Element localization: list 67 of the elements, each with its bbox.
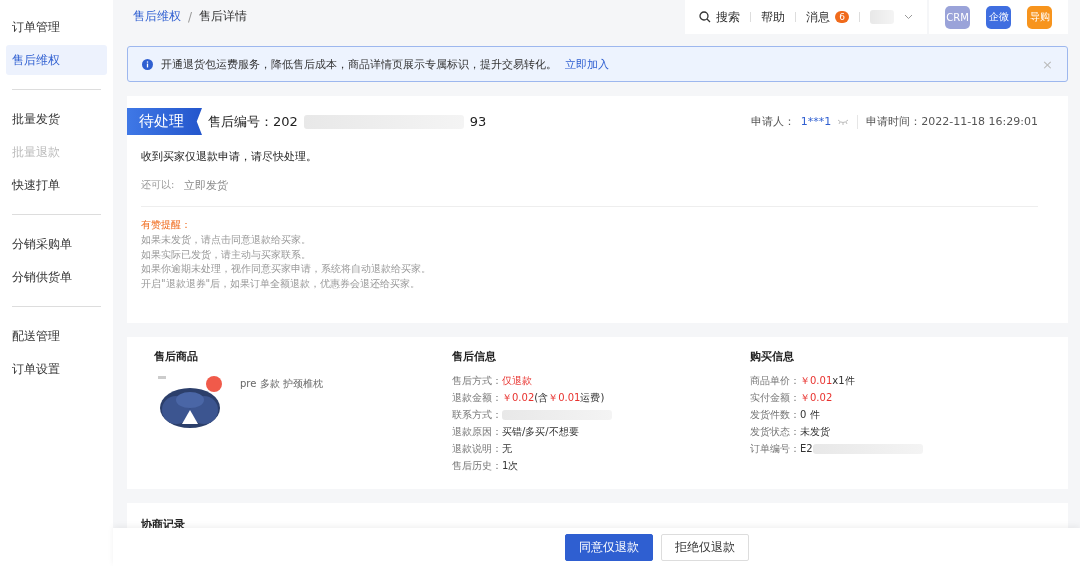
agree-button[interactable]: 同意仅退款 [564,533,653,561]
search-icon [699,11,712,23]
field-value: x1件 [832,374,855,388]
field-value: 运费) [580,391,605,405]
price-value: ￥0.01 [800,374,833,388]
chevron-down-icon[interactable] [904,14,913,20]
reject-button[interactable]: 拒绝仅退款 [660,533,749,561]
notice-text: 开通退货包运费服务，降低售后成本，商品详情页展示专属标识，提升交易转化。 [161,56,557,72]
section-title: 售后商品 [154,349,199,364]
value-link[interactable]: 1 [502,457,509,474]
field-label: 退款原因： [452,425,502,439]
app-icon[interactable]: 企微 [986,5,1011,29]
application-time: 申请时间：2022-11-18 16:29:01 [866,114,1038,129]
field-value: (含 [534,391,549,405]
price-value: ￥0.02 [800,391,833,405]
field-label: 退款金额： [452,391,502,405]
sidebar-item[interactable]: 配送管理 [6,321,107,351]
breadcrumb-separator: / [188,9,193,24]
aftersale-number-end: 93 [469,114,487,129]
messages-button[interactable]: 消息 6 [806,8,849,26]
field-label: 发货状态： [750,425,800,439]
applicant-link[interactable]: 1***1 [800,115,832,128]
field-label: 售后方式： [452,374,502,388]
field-value: 未发货 [800,425,830,439]
search-button[interactable]: 搜索 [699,8,741,26]
field-label: 发货件数： [750,408,800,422]
ship-now-link[interactable]: 立即发货 [184,178,229,193]
section-title: 售后信息 [452,349,497,364]
tips-title: 有赞提醒： [140,218,192,232]
price-value: ￥0.02 [502,391,535,405]
product-name: pre 多款 护颈椎枕 [240,377,323,391]
section-title: 购买信息 [750,349,795,364]
field-value: 无 [502,442,512,456]
field-value: 0 件 [800,408,820,422]
field-value: 次 [508,459,519,473]
sidebar-item[interactable]: 订单设置 [6,354,107,384]
sidebar-item[interactable]: 订单管理 [6,12,107,42]
status-message: 收到买家仅退款申请，请尽快处理。 [140,149,318,164]
tip-text: 如果实际已发货，请主动与买家联系。 [140,247,312,262]
sidebar-item[interactable]: 快速打单 [6,170,107,200]
field-label: 退款说明： [452,442,502,456]
sidebar-item[interactable]: 售后维权 [6,45,107,75]
field-label: 商品单价： [750,374,800,388]
tip-text: 开启"退款退券"后，如果订单全额退款，优惠券会退还给买家。 [140,276,422,291]
field-label: 联系方式： [452,408,502,422]
applicant-label: 申请人： [750,114,795,129]
tip-text: 如果未发货，请点击同意退款给买家。 [140,233,312,247]
price-value: 仅退款 [502,374,532,388]
breadcrumb-link[interactable]: 售后维权 [133,8,181,25]
value-link[interactable]: E2 [800,440,813,457]
field-label: 售后历史： [452,459,502,473]
tip-text: 如果你逾期未处理，视作同意买家申请，系统将自动退款给买家。 [140,262,432,276]
field-label: 订单编号： [750,442,800,456]
sidebar-item[interactable]: 批量发货 [6,104,107,134]
sidebar-item[interactable]: 分销供货单 [6,262,107,292]
count-badge: 6 [835,11,849,23]
status-tag: 待处理 [127,108,202,135]
eye-closed-icon[interactable] [837,118,850,125]
join-link[interactable]: 立即加入 [565,56,609,72]
price-value: ￥0.01 [548,391,581,405]
aftersale-number: 售后编号：202 [208,112,298,131]
field-value: 买错/多买/不想要 [502,425,579,439]
help-button[interactable]: 帮助 [761,8,786,26]
sidebar-item[interactable]: 分销采购单 [6,229,107,259]
info-icon [142,58,153,70]
also-label: 还可以: [141,178,175,192]
field-label: 实付金额： [750,391,800,405]
